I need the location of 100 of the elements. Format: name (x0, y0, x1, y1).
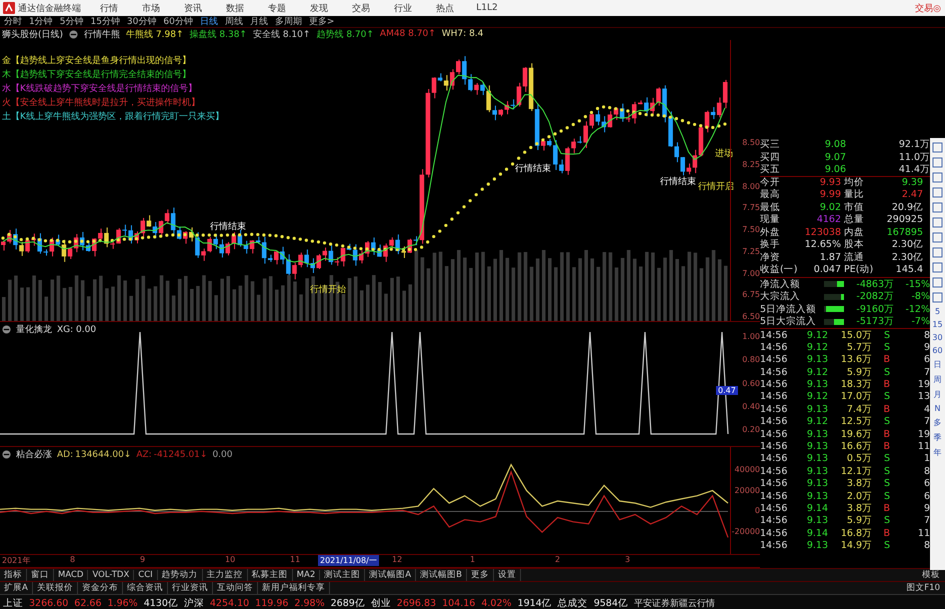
tool-square-icon[interactable] (932, 262, 943, 273)
period-shortcut[interactable]: 季 (934, 432, 942, 443)
tool-square-icon[interactable] (932, 172, 943, 183)
tick-price: 9.13 (806, 404, 828, 415)
stat-label: 最低 (760, 202, 781, 214)
index-price: 2696.83 (396, 598, 436, 608)
menu-item[interactable]: 行情 (88, 2, 130, 14)
tool-square-icon[interactable] (932, 217, 943, 228)
menu-item[interactable]: L1L2 (466, 3, 508, 13)
period-shortcut[interactable]: 5 (934, 307, 940, 316)
period-tab[interactable]: 分时 (4, 15, 22, 28)
tick-time: 14:56 (760, 490, 788, 502)
tool-square-icon[interactable] (932, 142, 943, 153)
menu-item[interactable]: 市场 (130, 2, 172, 14)
period-tab[interactable]: 60分钟 (163, 15, 193, 28)
stat-value: 1.87 (818, 252, 842, 264)
period-tab[interactable]: 月线 (250, 15, 268, 28)
stock-name: 狮头股份(日线) (2, 28, 64, 40)
menu-item[interactable]: 热点 (424, 2, 466, 14)
tick-volume: 18.3万 (840, 378, 872, 392)
indicator-tab[interactable]: MA2 (292, 570, 320, 580)
tick-volume: 16.6万 (840, 440, 872, 454)
collapse-icon[interactable] (2, 450, 11, 459)
menu-item[interactable]: 资讯 (172, 2, 214, 14)
tick-time: 14:56 (760, 428, 788, 440)
tick-volume: 3.8万 (846, 502, 872, 515)
menu-item[interactable]: 行业 (382, 2, 424, 14)
axis-label: 7.50 (741, 225, 760, 234)
period-shortcut[interactable]: 日 (934, 359, 942, 370)
tick-side: B (882, 428, 890, 440)
tool-square-icon[interactable] (932, 232, 943, 243)
indicator-value: 牛熊线 7.98↑ (126, 28, 184, 40)
period-shortcut[interactable]: 30 (932, 333, 943, 342)
period-shortcut[interactable]: 多 (934, 417, 942, 428)
tick-side: S (882, 515, 890, 526)
tick-time: 14:56 (760, 391, 788, 402)
stat-value: 123038 (804, 226, 842, 239)
tick-count: 19 (916, 379, 930, 390)
flow-amount: -4863万 (855, 278, 894, 290)
period-tab[interactable]: 30分钟 (126, 15, 156, 28)
stat-label: 外盘 (760, 226, 781, 239)
menu-item[interactable]: 交易 (340, 2, 382, 14)
menu-item[interactable]: 发现 (298, 2, 340, 14)
menu-item[interactable]: 专题 (256, 2, 298, 14)
menu-item[interactable]: 数据 (214, 2, 256, 14)
tick-side: S (882, 366, 890, 378)
tick-time: 14:56 (760, 404, 788, 415)
tool-square-icon[interactable] (932, 277, 943, 288)
stat-label: 流通 (844, 252, 865, 264)
period-tab[interactable]: 周线 (224, 15, 243, 28)
period-tab[interactable]: 日线 (200, 15, 218, 28)
period-shortcut[interactable]: 周 (934, 374, 942, 385)
date-label: 10 (225, 555, 236, 564)
tick-count: 8 (922, 540, 930, 552)
tick-volume: 17.0万 (840, 390, 872, 404)
indicator-tab[interactable]: CCI (134, 570, 158, 580)
tick-side: B (882, 354, 890, 366)
total-turnover-value: 9584亿 (594, 596, 628, 609)
period-tab[interactable]: 5分钟 (60, 15, 84, 28)
trade-button[interactable]: 交易◎ (915, 2, 941, 14)
tick-volume: 12.5万 (840, 415, 872, 428)
index-name: 创业 (370, 596, 391, 609)
indicator-title: 粘合必涨 (16, 448, 52, 461)
total-turnover-label: 总成交 (558, 596, 588, 609)
period-tab[interactable]: 更多> (308, 15, 334, 28)
period-shortcut[interactable]: 15 (932, 320, 943, 329)
tick-volume: 14.9万 (840, 539, 872, 552)
tick-count: 9 (922, 502, 930, 514)
tool-square-icon[interactable] (932, 157, 943, 168)
date-label: 2 (555, 555, 560, 564)
period-tab[interactable]: 15分钟 (90, 15, 120, 28)
tool-square-icon[interactable] (932, 202, 943, 213)
indicator-tab[interactable]: MACD (54, 570, 88, 580)
period-shortcut[interactable]: 年 (934, 447, 942, 458)
tick-count: 7 (922, 416, 930, 428)
tick-volume: 19.6万 (840, 428, 872, 441)
tick-count: 6 (922, 354, 930, 366)
tick-price: 9.14 (806, 528, 828, 539)
date-label: 8 (70, 555, 76, 564)
tick-volume: 15.0万 (840, 328, 872, 342)
collapse-icon[interactable] (2, 325, 11, 334)
tool-square-icon[interactable] (932, 292, 943, 303)
tool-square-icon[interactable] (932, 247, 943, 258)
collapse-icon[interactable] (69, 30, 78, 38)
period-tab[interactable]: 1分钟 (29, 15, 53, 28)
period-shortcut[interactable]: 月 (934, 389, 942, 400)
period-shortcut[interactable]: N (934, 404, 940, 413)
tool-square-icon[interactable] (932, 187, 943, 198)
tick-price: 9.12 (806, 342, 828, 353)
period-shortcut[interactable]: 60 (932, 346, 943, 355)
index-price: 3266.60 (29, 598, 68, 608)
indicator-tab[interactable]: VOL-TDX (88, 570, 134, 580)
tick-side: B (882, 404, 890, 415)
quote-volume: 11.0万 (898, 150, 930, 164)
index-percent: 4.02% (481, 598, 512, 608)
period-tab[interactable]: 多周期 (274, 15, 302, 28)
index-price: 4254.10 (210, 598, 250, 608)
signal-legend-line: 土【K线上穿牛熊线为强势区，跟着行情完盯一只来买】 (2, 110, 225, 123)
stat-value: 9.39 (900, 176, 924, 189)
stat-value: 2.30亿 (890, 252, 924, 264)
